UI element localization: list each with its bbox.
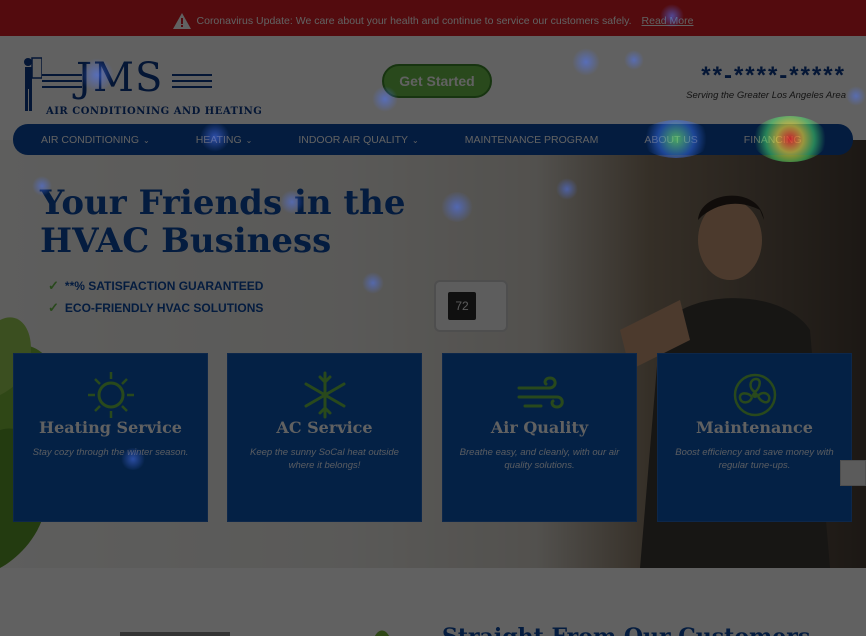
fan-icon xyxy=(733,373,776,417)
wind-icon xyxy=(517,376,564,409)
nav-label: INDOOR AIR QUALITY xyxy=(298,133,409,146)
nav-item-maintenance-program[interactable]: MAINTENANCE PROGRAM xyxy=(465,134,599,146)
phone-number[interactable]: **-****-***** xyxy=(701,62,846,90)
chevron-down-icon: ⌄ xyxy=(245,135,253,145)
get-started-button[interactable]: Get Started xyxy=(382,64,492,98)
logo-figure-icon xyxy=(24,57,42,111)
bullet-satisfaction: ✓ **% SATISFACTION GUARANTEED xyxy=(48,278,263,294)
card-title: Heating Service xyxy=(39,418,182,437)
nav-label: HEATING xyxy=(195,133,242,146)
check-icon: ✓ xyxy=(48,300,59,315)
page: Coronavirus Update: We care about your h… xyxy=(0,0,866,636)
nav-item-air-conditioning[interactable]: AIR CONDITIONING ⌄ xyxy=(41,134,150,146)
read-more-link[interactable]: Read More xyxy=(642,15,694,27)
card-title: AC Service xyxy=(276,418,373,437)
chevron-down-icon: ⌄ xyxy=(143,135,150,145)
site-header: JMS AIR CONDITIONING AND HEATING Get Sta… xyxy=(0,36,866,128)
thermostat-screen: 72 xyxy=(448,292,476,320)
logo-text: JMS xyxy=(76,55,164,101)
card-ac-service[interactable]: AC Service Keep the sunny SoCal heat out… xyxy=(227,353,422,522)
card-heating-service[interactable]: Heating Service Stay cozy through the wi… xyxy=(13,353,208,522)
hero-section: Your Friends in the HVAC Business ✓ **% … xyxy=(0,140,866,568)
nav-item-about-us[interactable]: ABOUT US xyxy=(644,134,697,146)
bullet-eco: ✓ ECO-FRIENDLY HVAC SOLUTIONS xyxy=(48,300,263,316)
alert-text: Coronavirus Update: We care about your h… xyxy=(196,14,632,27)
chevron-down-icon: ⌄ xyxy=(412,135,419,145)
card-description: Stay cozy through the winter season. xyxy=(32,447,189,458)
nav-label: MAINTENANCE PROGRAM xyxy=(464,133,599,146)
side-feedback-tab[interactable] xyxy=(840,460,866,486)
alert-inner: Coronavirus Update: We care about your h… xyxy=(14,5,852,37)
nav-label: AIR CONDITIONING xyxy=(41,133,140,146)
card-title: Air Quality xyxy=(490,418,589,437)
leaf-icon xyxy=(375,630,389,636)
thermostat-image: 72 xyxy=(434,280,508,332)
card-title: Maintenance xyxy=(696,418,813,437)
nav-item-financing[interactable]: FINANCING xyxy=(744,134,802,146)
nav-item-heating[interactable]: HEATING ⌄ xyxy=(196,134,253,146)
sun-icon xyxy=(87,372,134,418)
testimonials-title: Straight From Our Customers xyxy=(442,624,810,636)
bullet-text: ECO-FRIENDLY HVAC SOLUTIONS xyxy=(64,301,264,315)
hero-headline-line1: Your Friends in the xyxy=(40,183,406,223)
hero-headline: Your Friends in the HVAC Business xyxy=(40,184,405,260)
card-air-quality[interactable]: Air Quality Breathe easy, and cleanly, w… xyxy=(442,353,637,522)
card-description: Breathe easy, and cleanly, with our air … xyxy=(459,447,620,471)
main-nav: AIR CONDITIONING ⌄ HEATING ⌄ INDOOR AIR QU… xyxy=(13,124,853,155)
logo-subtitle: AIR CONDITIONING AND HEATING xyxy=(46,106,263,117)
covid-alert-bar: Coronavirus Update: We care about your h… xyxy=(0,0,866,37)
card-maintenance[interactable]: Maintenance Boost efficiency and save mo… xyxy=(657,353,852,522)
card-description: Keep the sunny SoCal heat outside where … xyxy=(250,447,399,471)
nav-label: FINANCING xyxy=(743,133,802,146)
testimonials-section: Straight From Our Customers xyxy=(0,568,866,636)
hero-headline-line2: HVAC Business xyxy=(40,221,332,261)
warning-icon xyxy=(172,12,191,29)
service-area-text: Serving the Greater Los Angeles Area xyxy=(686,90,846,101)
testimonial-image xyxy=(120,632,230,636)
check-icon: ✓ xyxy=(48,278,59,293)
snowflake-icon xyxy=(304,371,345,419)
nav-label: ABOUT US xyxy=(644,133,698,146)
bullet-text: **% SATISFACTION GUARANTEED xyxy=(64,279,264,293)
nav-item-indoor-air-quality[interactable]: INDOOR AIR QUALITY ⌄ xyxy=(298,134,418,146)
site-logo[interactable]: JMS AIR CONDITIONING AND HEATING xyxy=(18,50,262,117)
card-description: Boost efficiency and save money with reg… xyxy=(675,447,834,471)
